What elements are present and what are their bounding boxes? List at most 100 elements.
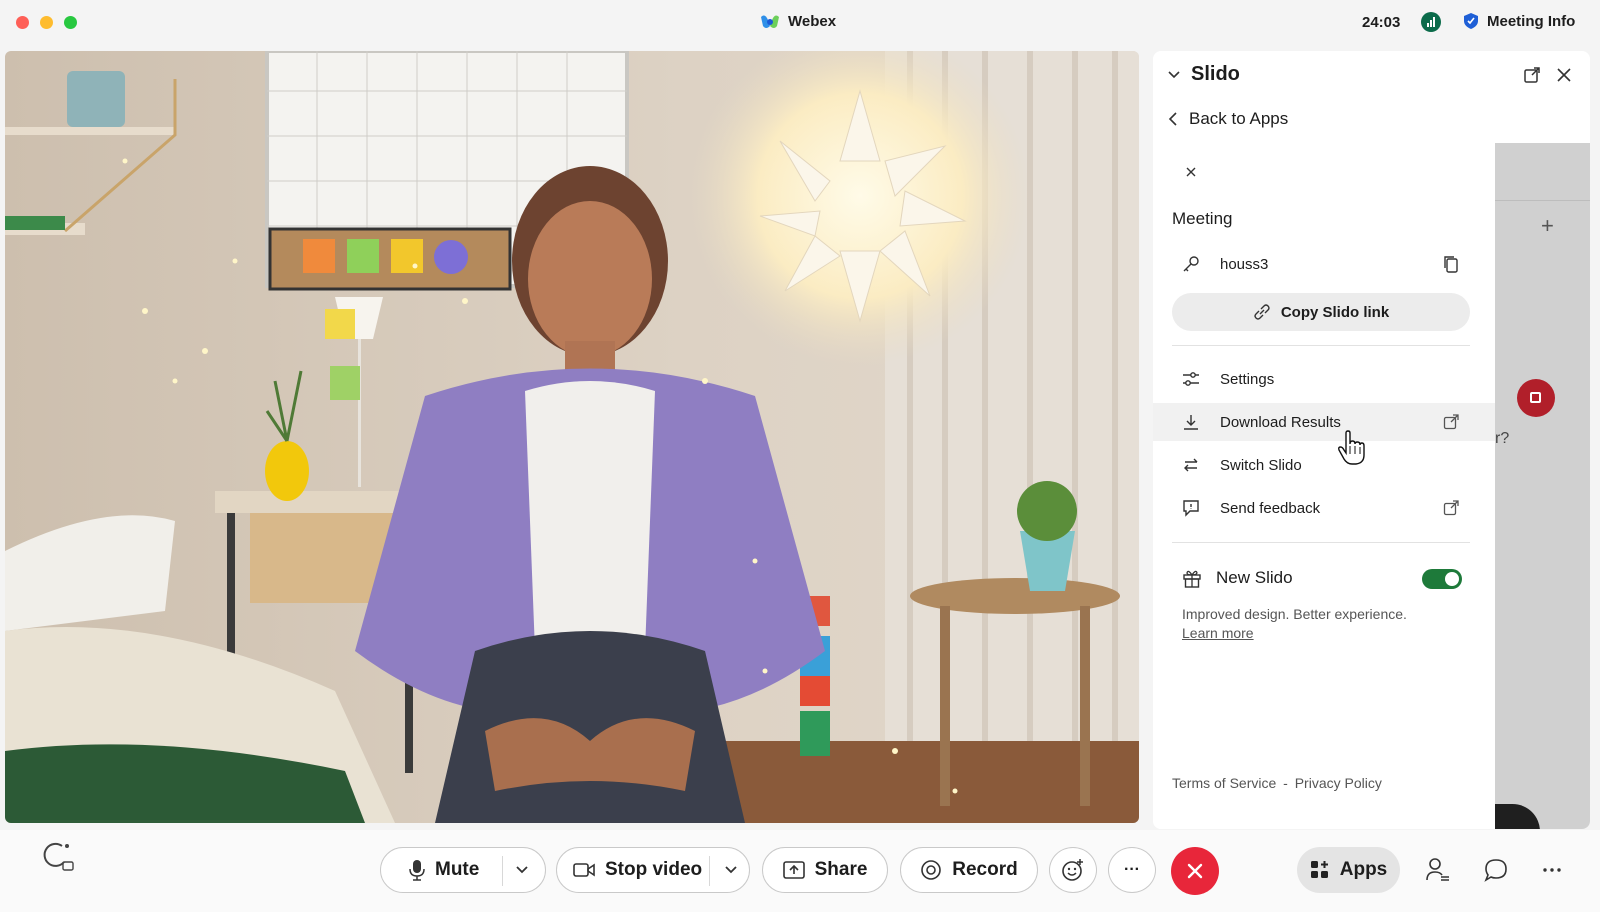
hand-cursor-icon (1338, 430, 1365, 465)
close-icon (1557, 68, 1571, 82)
menu-item-label: Download Results (1220, 413, 1341, 431)
close-panel-button[interactable] (1555, 66, 1573, 84)
slido-menu: Meeting houss3 Copy Slido link Settings (1153, 143, 1495, 829)
external-link-icon (1443, 500, 1459, 516)
close-window-button[interactable] (16, 16, 29, 29)
maximize-window-button[interactable] (64, 16, 77, 29)
switch-icon (1182, 456, 1200, 474)
meeting-info-button[interactable]: Meeting Info (1463, 12, 1575, 30)
app-title: Webex (760, 13, 836, 30)
divider (502, 856, 503, 886)
activity-status-button[interactable] (38, 840, 76, 874)
share-label: Share (814, 859, 868, 880)
record-label: Record (952, 859, 1018, 880)
participants-button[interactable] (1426, 857, 1450, 883)
apps-button[interactable]: Apps (1297, 847, 1400, 893)
mute-split-button: Mute (380, 847, 546, 893)
new-slido-row: New Slido (1172, 563, 1472, 593)
share-button[interactable]: Share (762, 847, 888, 893)
meeting-info-label: Meeting Info (1487, 12, 1576, 30)
menu-item-switch-slido[interactable]: Switch Slido (1153, 446, 1495, 484)
menu-item-send-feedback[interactable]: Send feedback (1153, 489, 1495, 527)
microphone-icon (409, 860, 425, 881)
more-menu-button[interactable] (1542, 862, 1562, 878)
divider (1495, 200, 1590, 201)
learn-more-link[interactable]: Learn more (1182, 624, 1407, 643)
app-title-text: Webex (788, 13, 837, 30)
stop-video-button[interactable]: Stop video (573, 859, 702, 881)
slido-panel: Slido Back to Apps + r? Meeting houss3 C… (1153, 51, 1590, 829)
back-to-apps-link[interactable]: Back to Apps (1167, 109, 1288, 129)
emoji-icon (1062, 859, 1083, 881)
record-icon (921, 860, 942, 880)
shield-icon (1464, 13, 1478, 29)
question-fragment: r? (1495, 430, 1510, 447)
menu-item-label: Switch Slido (1220, 456, 1302, 474)
more-label: ··· (1124, 861, 1140, 878)
new-slido-toggle[interactable] (1422, 569, 1462, 589)
download-icon (1182, 413, 1200, 431)
feedback-icon (1182, 499, 1200, 517)
chevron-down-icon (516, 866, 528, 874)
divider (1172, 345, 1470, 346)
legal-links: Terms of Service - Privacy Policy (1172, 775, 1382, 791)
reactions-button[interactable] (1049, 847, 1097, 893)
gift-icon (1183, 570, 1201, 588)
close-icon (1187, 863, 1203, 879)
link-icon (1254, 304, 1270, 320)
panel-title: Slido (1191, 63, 1240, 85)
mute-label: Mute (435, 859, 480, 880)
camera-icon (573, 863, 595, 877)
chevron-left-icon (1168, 112, 1177, 126)
meeting-timer: 24:03 (1362, 14, 1401, 31)
new-slido-desc-text: Improved design. Better experience. (1182, 606, 1407, 622)
privacy-policy-link[interactable]: Privacy Policy (1295, 775, 1382, 791)
video-split-button: Stop video (556, 847, 750, 893)
more-options-button[interactable]: ··· (1108, 847, 1156, 893)
passcode-value: houss3 (1220, 255, 1269, 273)
share-screen-icon (782, 861, 805, 879)
record-button[interactable]: Record (900, 847, 1038, 893)
new-slido-label: New Slido (1216, 568, 1293, 587)
slido-background-view: + r? (1495, 143, 1590, 829)
stop-icon[interactable] (1517, 379, 1555, 417)
end-call-button[interactable] (1171, 847, 1219, 895)
title-bar: Webex 24:03 Meeting Info (0, 0, 1600, 46)
sliders-icon (1182, 370, 1200, 388)
copy-slido-link-button[interactable]: Copy Slido link (1172, 293, 1470, 331)
mute-options-button[interactable] (515, 863, 529, 877)
chevron-down-icon (725, 866, 737, 874)
close-menu-button[interactable] (1185, 166, 1197, 178)
menu-item-download-results[interactable]: Download Results (1153, 403, 1495, 441)
new-slido-description: Improved design. Better experience. Lear… (1182, 605, 1407, 643)
close-icon (1186, 167, 1196, 177)
legal-separator: - (1283, 775, 1288, 791)
participants-icon (1426, 858, 1449, 881)
mute-button[interactable]: Mute (409, 859, 479, 881)
terms-of-service-link[interactable]: Terms of Service (1172, 775, 1276, 791)
apps-label: Apps (1339, 859, 1388, 880)
menu-item-label: Settings (1220, 370, 1275, 388)
pop-out-button[interactable] (1523, 66, 1541, 84)
passcode-row: houss3 (1153, 245, 1495, 283)
chat-button[interactable] (1484, 858, 1508, 882)
meeting-heading: Meeting (1172, 209, 1233, 228)
external-link-icon (1443, 414, 1459, 430)
pop-out-icon (1524, 67, 1540, 83)
video-feed (5, 51, 1139, 823)
menu-item-label: Send feedback (1220, 499, 1321, 517)
copy-passcode-button[interactable] (1443, 255, 1459, 273)
copy-icon (1444, 256, 1458, 273)
network-signal-icon[interactable] (1421, 12, 1441, 32)
add-icon[interactable]: + (1541, 213, 1554, 239)
more-horizontal-icon (1543, 868, 1561, 872)
video-options-button[interactable] (724, 863, 738, 877)
menu-item-settings[interactable]: Settings (1153, 360, 1495, 398)
chevron-down-icon[interactable] (1167, 68, 1181, 82)
divider (1172, 542, 1470, 543)
minimize-window-button[interactable] (40, 16, 53, 29)
panel-header[interactable]: Slido (1167, 63, 1240, 86)
stop-video-label: Stop video (605, 859, 703, 880)
floating-action-button[interactable] (1495, 804, 1540, 829)
apps-grid-icon (1310, 861, 1328, 878)
